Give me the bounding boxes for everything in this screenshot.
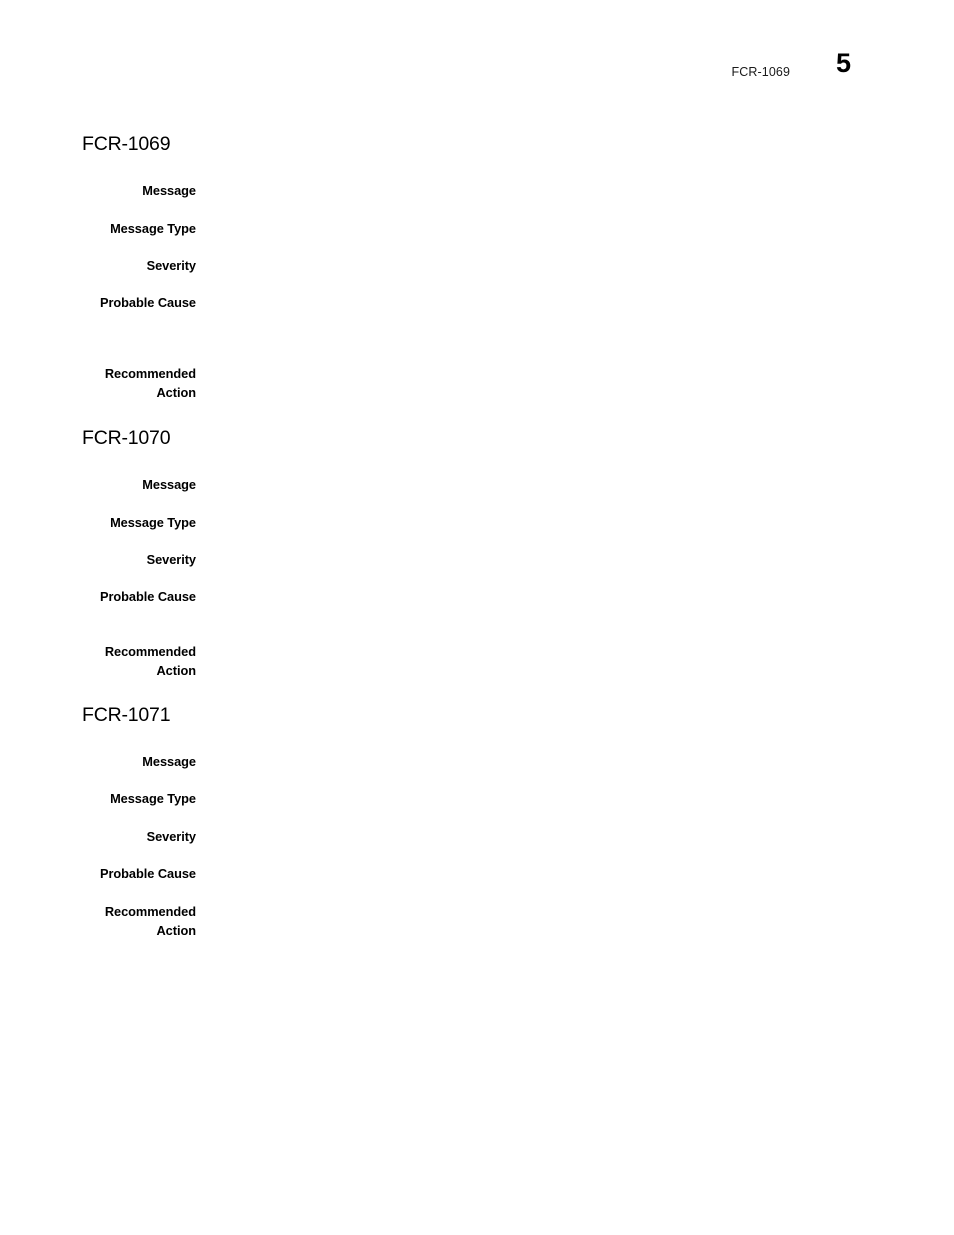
field-label-line: Severity [146, 552, 196, 567]
field-label-line: Probable Cause [99, 295, 196, 310]
field-label-line: Probable Cause [99, 866, 196, 881]
section-heading: FCR-1070 [82, 427, 171, 449]
field-label-line: Message [142, 754, 196, 769]
document-page: FCR-1069 5 FCR-1069 Message Message Type Se… [0, 0, 954, 1235]
field-label: Recommended Action [0, 365, 196, 402]
page-number: 5 [836, 48, 852, 78]
field-label-line: Probable Cause [99, 589, 196, 604]
field-label-line: Recommended [104, 366, 196, 381]
field-label: Probable Cause [0, 865, 196, 884]
field-label: Message [0, 476, 196, 495]
field-label-line: Action [156, 922, 196, 938]
field-label-line: Message Type [110, 221, 196, 236]
section-heading: FCR-1069 [82, 133, 171, 155]
field-label: Recommended Action [0, 643, 196, 680]
field-label-line: Severity [146, 829, 196, 844]
running-head: FCR-1069 [731, 65, 790, 79]
field-label: Message [0, 753, 196, 772]
field-label: Severity [0, 551, 196, 570]
field-label: Message [0, 182, 196, 201]
field-label-line: Action [156, 662, 196, 678]
field-label: Severity [0, 828, 196, 847]
page-header: FCR-1069 5 [0, 50, 954, 102]
field-label-line: Message [142, 183, 196, 198]
field-label: Probable Cause [0, 588, 196, 607]
field-label: Message Type [0, 790, 196, 809]
field-label: Recommended Action [0, 903, 196, 940]
field-label: Severity [0, 257, 196, 276]
field-label: Message Type [0, 220, 196, 239]
field-label-line: Message Type [110, 515, 196, 530]
field-label-line: Message [142, 477, 196, 492]
field-label: Message Type [0, 514, 196, 533]
field-label: Probable Cause [0, 294, 196, 313]
field-label-line: Severity [146, 258, 196, 273]
field-label-line: Recommended [104, 644, 196, 659]
field-label-line: Message Type [110, 791, 196, 806]
field-label-line: Action [156, 384, 196, 400]
field-label-line: Recommended [104, 904, 196, 919]
section-heading: FCR-1071 [82, 704, 171, 726]
